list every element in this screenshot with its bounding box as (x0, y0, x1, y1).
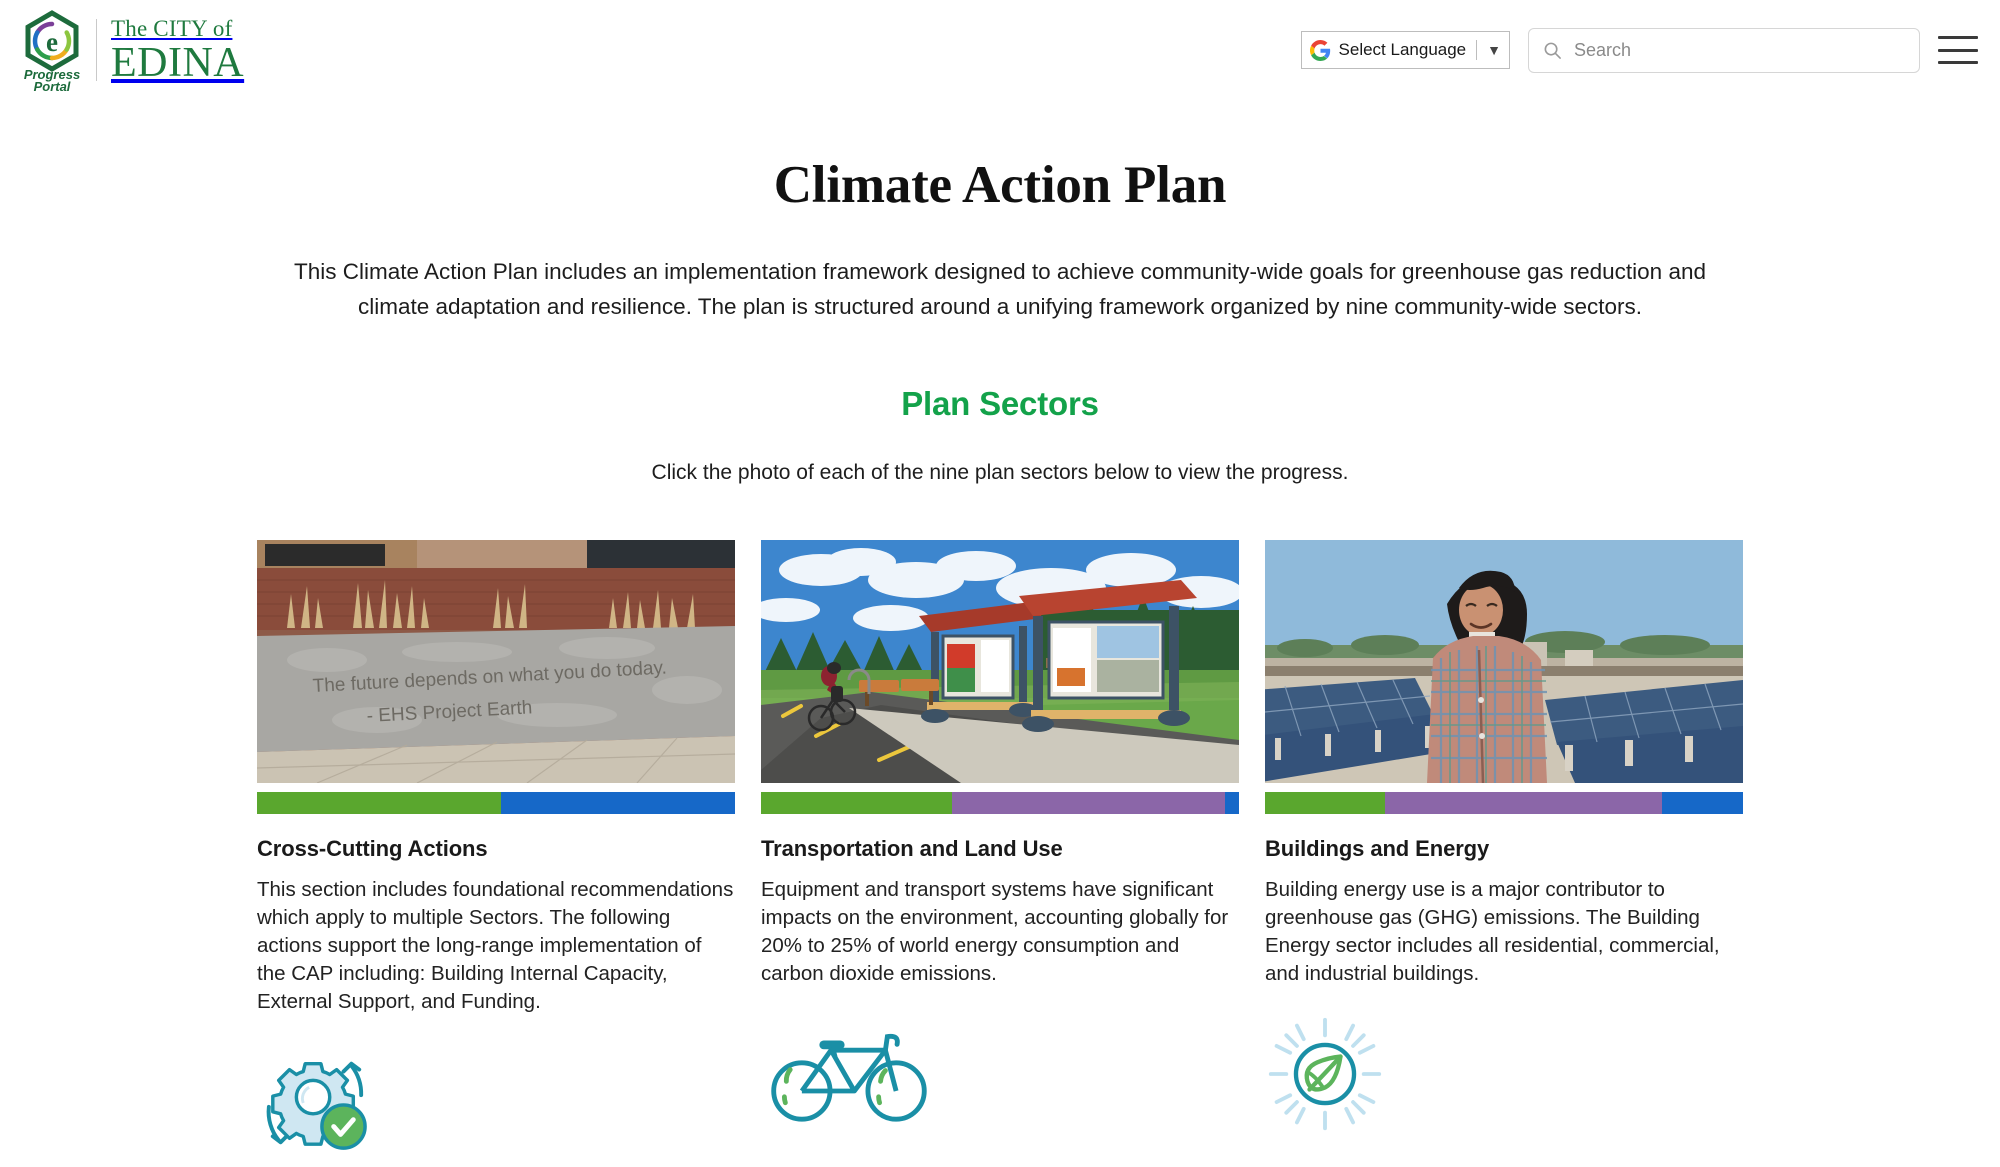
rooftop-solar-panels-photo[interactable] (1265, 539, 1743, 783)
progress-segment-blue (500, 791, 735, 814)
progress-bar (257, 791, 735, 814)
progress-segment-purple (1384, 791, 1662, 814)
site-header: e Progress Portal The CITY of EDINA Sele… (0, 0, 2000, 100)
google-g-icon (1309, 39, 1331, 61)
search-box[interactable] (1528, 27, 1920, 73)
sector-card-title: Buildings and Energy (1265, 835, 1490, 861)
sector-card-description: Equipment and transport systems have sig… (761, 877, 1229, 985)
page-title: Climate Action Plan (773, 156, 1227, 214)
section-subtitle: Click the photo of each of the nine plan… (651, 460, 1349, 484)
city-wordmark: The CITY of EDINA (111, 17, 244, 84)
bike-trail-kiosk-photo[interactable] (761, 539, 1239, 783)
section-title-plan-sectors: Plan Sectors (901, 384, 1099, 422)
site-logo-link[interactable]: e Progress Portal The CITY of EDINA (18, 9, 244, 94)
progress-segment-green (761, 791, 953, 814)
hamburger-bar-2 (1938, 48, 1978, 52)
progress-portal-hex-logo: e Progress Portal (18, 9, 86, 94)
sector-card-transportation-and-land-use: Transportation and Land Use Equipment an… (761, 539, 1239, 1162)
sector-card-grid: The future depends on what you do today.… (250, 539, 1750, 1162)
language-selector-label: Select Language (1338, 40, 1467, 59)
logo-divider (96, 19, 97, 81)
svg-text:e: e (46, 27, 58, 57)
progress-segment-blue (1661, 791, 1743, 814)
sun-leaf-icon (1265, 1014, 1743, 1134)
wordmark-line-1: The CITY of (111, 15, 233, 41)
wordmark-line-2: EDINA (111, 39, 245, 86)
progress-segment-green (257, 791, 501, 814)
progress-segment-blue (1224, 791, 1239, 814)
progress-bar (1265, 791, 1743, 814)
sector-card-cross-cutting-actions: The future depends on what you do today.… (257, 539, 735, 1162)
sector-card-description: This section includes foundational recom… (257, 877, 734, 1014)
language-selector[interactable]: Select Language ▼ (1300, 31, 1510, 69)
progress-bar (761, 791, 1239, 814)
hamburger-menu-icon[interactable] (1938, 33, 1978, 67)
concrete-wall-quote-photo[interactable]: The future depends on what you do today.… (257, 539, 735, 783)
sector-card-title: Cross-Cutting Actions (257, 835, 488, 861)
progress-segment-green (1265, 791, 1385, 814)
language-selector-divider (1476, 40, 1478, 60)
search-icon (1543, 41, 1562, 60)
page-intro-text: This Climate Action Plan includes an imp… (293, 259, 1706, 319)
sector-card-title: Transportation and Land Use (761, 835, 1063, 861)
sector-card-buildings-and-energy: Buildings and Energy Building energy use… (1265, 539, 1743, 1162)
header-tools: Select Language ▼ (1300, 27, 1978, 73)
page-content: Climate Action Plan This Climate Action … (0, 155, 2000, 1162)
progress-segment-purple (952, 791, 1225, 814)
bicycle-icon (761, 1014, 1239, 1134)
gear-refresh-check-icon (257, 1042, 735, 1162)
hamburger-bar-1 (1938, 36, 1978, 39)
chevron-down-icon[interactable]: ▼ (1487, 43, 1501, 57)
search-input[interactable] (1572, 38, 1905, 62)
hamburger-bar-3 (1938, 61, 1978, 64)
sector-card-description: Building energy use is a major contribut… (1265, 877, 1720, 985)
svg-text:Portal: Portal (34, 79, 71, 91)
